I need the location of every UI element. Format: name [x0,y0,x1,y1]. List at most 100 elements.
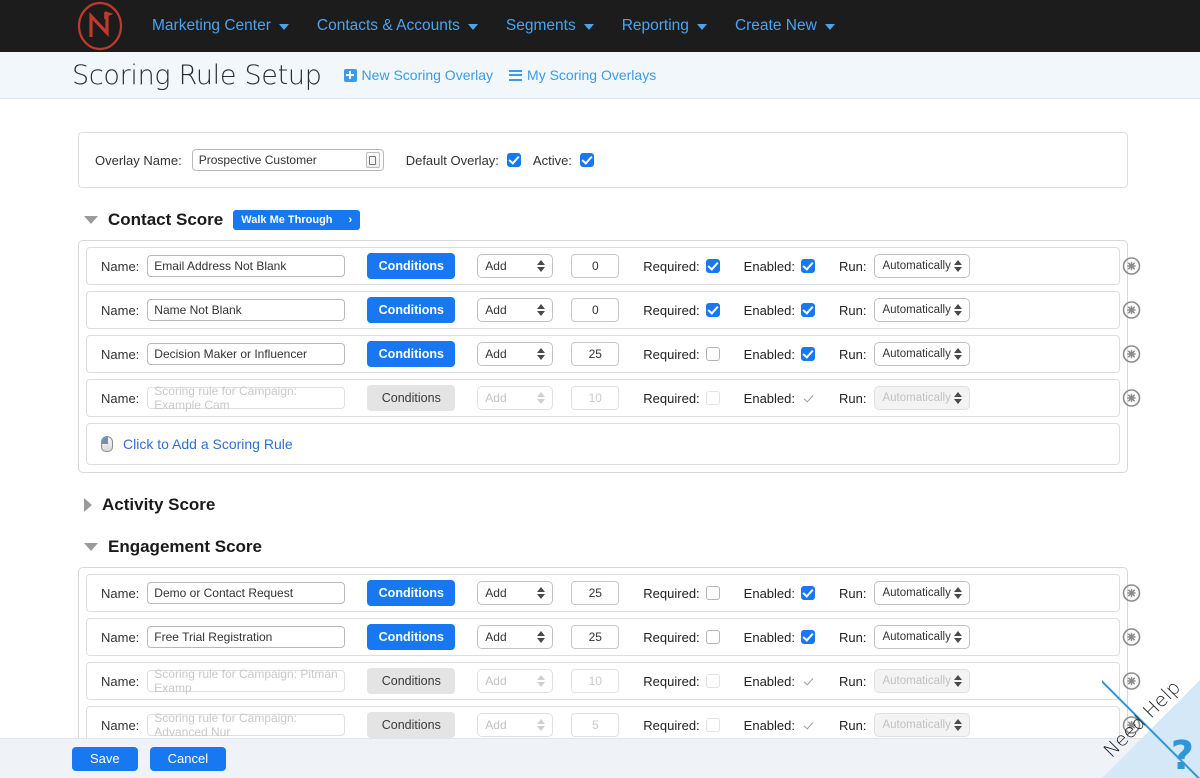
my-scoring-overlays-link[interactable]: My Scoring Overlays [509,67,656,83]
delete-rule-button[interactable] [1122,672,1141,691]
operation-select[interactable]: Add [477,342,553,366]
nav-item-marketing-center[interactable]: Marketing Center [152,13,303,39]
stepper-arrows-icon [537,260,545,272]
conditions-button[interactable]: Conditions [367,624,455,650]
enabled-checkbox [801,391,815,405]
rule-name-label: Name: [101,630,139,645]
operation-value: Add [485,586,506,600]
footer-action-bar: Save Cancel [0,738,1200,778]
score-input: 5 [571,713,619,737]
run-mode-select[interactable]: Automatically [874,581,970,605]
top-navbar: Marketing Center Contacts & Accounts Seg… [0,0,1200,52]
enabled-checkbox[interactable] [801,303,815,317]
run-mode-value: Automatically [882,392,950,404]
enabled-label: Enabled: [744,303,795,318]
run-mode-select[interactable]: Automatically [874,254,970,278]
section-header-1[interactable]: Activity Score [84,495,1128,515]
delete-rule-button[interactable] [1122,584,1141,603]
required-checkbox[interactable] [706,347,720,361]
rule-name-input[interactable]: Demo or Contact Request [147,582,345,604]
required-label: Required: [643,391,699,406]
delete-rule-button[interactable] [1122,716,1141,735]
operation-select[interactable]: Add [477,254,553,278]
triangle-down-icon[interactable] [84,216,98,224]
rule-name-input[interactable]: Email Address Not Blank [147,255,345,277]
enabled-label: Enabled: [744,674,795,689]
section-header-0[interactable]: Contact ScoreWalk Me Through› [84,210,1128,230]
rule-name-input[interactable]: Free Trial Registration [147,626,345,648]
score-input[interactable]: 0 [571,254,619,278]
brand-logo-icon[interactable] [74,0,126,52]
rule-name-value: Scoring rule for Campaign: Pitman Examp [154,667,338,695]
walk-me-through-button[interactable]: Walk Me Through› [233,210,360,230]
rule-name-value: Email Address Not Blank [154,259,286,273]
nav-items: Marketing Center Contacts & Accounts Seg… [152,13,849,39]
nav-item-reporting[interactable]: Reporting [608,13,721,39]
operation-select: Add [477,669,553,693]
required-checkbox[interactable] [706,259,720,273]
save-button[interactable]: Save [72,747,138,771]
stepper-arrows-icon [537,304,545,316]
delete-rule-button[interactable] [1122,389,1141,408]
operation-select[interactable]: Add [477,625,553,649]
required-checkbox[interactable] [706,586,720,600]
delete-rule-button[interactable] [1122,301,1141,320]
triangle-right-icon[interactable] [84,498,92,512]
rule-name-label: Name: [101,347,139,362]
nav-item-segments[interactable]: Segments [492,13,608,39]
run-mode-select[interactable]: Automatically [874,342,970,366]
conditions-button[interactable]: Conditions [367,253,455,279]
required-checkbox[interactable] [706,303,720,317]
score-input[interactable]: 25 [571,625,619,649]
score-input[interactable]: 0 [571,298,619,322]
default-overlay-checkbox[interactable] [507,153,521,167]
delete-rule-button[interactable] [1122,257,1141,276]
conditions-button[interactable]: Conditions [367,580,455,606]
main-content: Overlay Name: Prospective Customer Defau… [0,100,1200,738]
rule-name-label: Name: [101,718,139,733]
score-input[interactable]: 25 [571,342,619,366]
conditions-button[interactable]: Conditions [367,341,455,367]
run-mode-select[interactable]: Automatically [874,625,970,649]
required-label: Required: [643,259,699,274]
run-mode-value: Automatically [882,348,950,360]
rule-name-input[interactable]: Decision Maker or Influencer [147,343,345,365]
overlay-name-input[interactable]: Prospective Customer [192,149,384,171]
conditions-button[interactable]: Conditions [367,297,455,323]
operation-select[interactable]: Add [477,298,553,322]
nav-label: Reporting [622,17,689,35]
required-checkbox[interactable] [706,630,720,644]
run-label: Run: [839,586,866,601]
score-input[interactable]: 25 [571,581,619,605]
rule-row: Name:Demo or Contact RequestConditionsAd… [86,574,1120,612]
nav-item-create-new[interactable]: Create New [721,13,849,39]
rule-name-input[interactable]: Name Not Blank [147,299,345,321]
triangle-down-icon[interactable] [84,543,98,551]
enabled-checkbox[interactable] [801,586,815,600]
add-scoring-rule-link[interactable]: Click to Add a Scoring Rule [123,436,293,452]
add-scoring-rule-row[interactable]: Click to Add a Scoring Rule [86,423,1120,465]
stepper-arrows-icon [954,392,962,404]
chevron-down-icon [584,24,594,30]
overlay-picker-icon[interactable] [366,152,380,168]
enabled-label: Enabled: [744,347,795,362]
run-mode-select[interactable]: Automatically [874,298,970,322]
stepper-arrows-icon [537,631,545,643]
active-checkbox[interactable] [580,153,594,167]
new-scoring-overlay-link[interactable]: New Scoring Overlay [344,67,494,83]
enabled-label: Enabled: [744,718,795,733]
enabled-checkbox[interactable] [801,347,815,361]
rule-name-input: Scoring rule for Campaign: Example Cam [147,387,345,409]
enabled-label: Enabled: [744,630,795,645]
enabled-checkbox[interactable] [801,630,815,644]
nav-item-contacts-accounts[interactable]: Contacts & Accounts [303,13,492,39]
delete-rule-button[interactable] [1122,345,1141,364]
section-header-2[interactable]: Engagement Score [84,537,1128,557]
cancel-button[interactable]: Cancel [150,747,226,771]
run-mode-value: Automatically [882,304,950,316]
enabled-label: Enabled: [744,586,795,601]
enabled-checkbox[interactable] [801,259,815,273]
run-label: Run: [839,347,866,362]
delete-rule-button[interactable] [1122,628,1141,647]
operation-select[interactable]: Add [477,581,553,605]
